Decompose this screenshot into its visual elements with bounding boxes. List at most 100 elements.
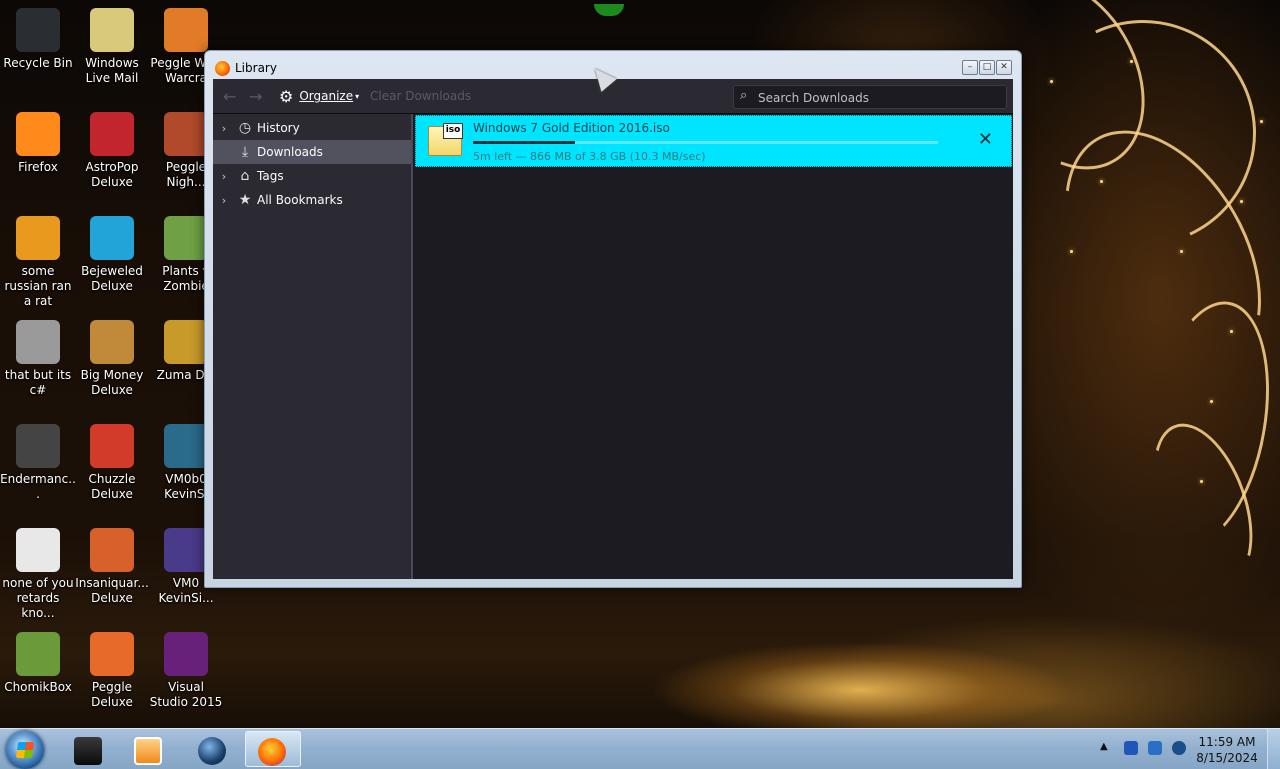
sidebar-item-label: All Bookmarks xyxy=(257,193,343,207)
star-icon: ★ xyxy=(238,192,252,208)
download-progress-fill xyxy=(473,141,576,144)
sidebar-item-history[interactable]: › ◷ History xyxy=(213,116,411,140)
chevron-down-icon: ▾ xyxy=(355,91,360,101)
desktop-icon[interactable]: some russian ran a rat xyxy=(0,216,76,309)
bluetooth-icon[interactable] xyxy=(1124,741,1138,755)
minimize-button[interactable]: – xyxy=(962,60,978,75)
desktop-icon-label: Bejeweled Deluxe xyxy=(81,264,143,293)
expand-icon[interactable]: › xyxy=(213,122,235,135)
firefox-icon xyxy=(215,61,230,76)
organize-menu-button[interactable]: ⚙ Organize ▾ xyxy=(279,86,359,106)
desktop-icon[interactable]: ChomikBox xyxy=(0,632,76,695)
desktop-icon-label: ChomikBox xyxy=(4,680,72,694)
clock-icon: ◷ xyxy=(238,120,252,136)
show-desktop-button[interactable] xyxy=(1267,729,1280,769)
search-icon: ⌕ xyxy=(740,88,748,103)
taskbar-app-firefox[interactable] xyxy=(245,731,301,767)
app-icon xyxy=(16,216,60,260)
gear-icon: ⚙ xyxy=(279,86,294,106)
clock-time: 11:59 AM xyxy=(1198,735,1256,749)
desktop-icon[interactable]: Insaniquar... Deluxe xyxy=(74,528,150,606)
app-icon xyxy=(164,424,208,468)
sidebar-item-tags[interactable]: › ⌂ Tags xyxy=(213,164,411,188)
desktop-icon[interactable]: Chuzzle Deluxe xyxy=(74,424,150,502)
maximize-button[interactable]: □ xyxy=(979,60,995,75)
downloads-list: iso Windows 7 Gold Edition 2016.iso 5m l… xyxy=(413,114,1013,579)
desktop-icon-label: none of you retards kno... xyxy=(2,576,74,620)
system-tray: ▲ 11:59 AM 8/15/2024 xyxy=(1096,729,1280,769)
desktop-icon[interactable]: Recycle Bin xyxy=(0,8,76,71)
sidebar-item-downloads[interactable]: ⤓ Downloads xyxy=(213,140,411,164)
taskbar-app-globe[interactable] xyxy=(184,731,240,767)
media-player-icon xyxy=(134,737,162,765)
desktop-icon-label: Windows Live Mail xyxy=(85,56,139,85)
desktop-icon[interactable]: Endermanc... xyxy=(0,424,76,502)
app-icon xyxy=(164,8,208,52)
desktop-icon-label: AstroPop Deluxe xyxy=(85,160,139,189)
desktop-icon[interactable]: that but its c# xyxy=(0,320,76,398)
app-icon xyxy=(16,112,60,156)
desktop-icon-label: Insaniquar... Deluxe xyxy=(75,576,149,605)
desktop-icon[interactable]: Visual Studio 2015 xyxy=(148,632,224,710)
desktop-icon-label: Visual Studio 2015 xyxy=(149,680,223,709)
app-icon xyxy=(90,216,134,260)
desktop-icon-label: Endermanc... xyxy=(0,472,76,501)
firefox-icon xyxy=(258,738,286,766)
desktop-icon[interactable]: Firefox xyxy=(0,112,76,175)
download-progress-bar xyxy=(473,141,938,144)
back-button[interactable]: ← xyxy=(223,87,236,106)
desktop-icon[interactable]: Peggle Deluxe xyxy=(74,632,150,710)
desktop-icon-label: Chuzzle Deluxe xyxy=(88,472,136,501)
desktop-icon[interactable]: Bejeweled Deluxe xyxy=(74,216,150,294)
sidebar-item-all-bookmarks[interactable]: › ★ All Bookmarks xyxy=(213,188,411,212)
show-hidden-icons-button[interactable]: ▲ xyxy=(1100,741,1108,752)
desktop-icon-label: that but its c# xyxy=(4,368,72,397)
taskbar: ▲ 11:59 AM 8/15/2024 xyxy=(0,728,1280,769)
download-item[interactable]: iso Windows 7 Gold Edition 2016.iso 5m l… xyxy=(415,115,1012,167)
clear-downloads-button[interactable]: Clear Downloads xyxy=(370,89,471,103)
expand-icon[interactable]: › xyxy=(213,170,235,183)
desktop-icon[interactable]: Windows Live Mail xyxy=(74,8,150,86)
close-button[interactable]: ✕ xyxy=(996,60,1012,75)
taskbar-app-cmd[interactable] xyxy=(60,731,116,767)
file-type-tag: iso xyxy=(443,123,463,139)
expand-icon[interactable]: › xyxy=(213,194,235,207)
tag-icon: ⌂ xyxy=(240,168,250,184)
clock[interactable]: 11:59 AM 8/15/2024 xyxy=(1192,734,1262,766)
app-icon xyxy=(164,112,208,156)
desktop-icon-label: Big Money Deluxe xyxy=(80,368,144,397)
library-sidebar: › ◷ History ⤓ Downloads › ⌂ Tags › ★ All… xyxy=(213,114,413,579)
desktop-icon[interactable]: AstroPop Deluxe xyxy=(74,112,150,190)
desktop-icon[interactable]: none of you retards kno... xyxy=(0,528,76,621)
sidebar-item-label: Downloads xyxy=(257,145,323,159)
desktop-icon[interactable]: Big Money Deluxe xyxy=(74,320,150,398)
network-icon[interactable] xyxy=(1148,741,1162,755)
app-icon xyxy=(16,528,60,572)
window-title: Library xyxy=(235,61,277,75)
terminal-icon xyxy=(74,737,102,765)
sidebar-item-label: Tags xyxy=(257,169,284,183)
download-icon: ⤓ xyxy=(241,144,249,160)
app-icon xyxy=(90,632,134,676)
start-button[interactable] xyxy=(6,731,44,769)
iso-file-icon: iso xyxy=(428,123,463,156)
app-icon xyxy=(90,112,134,156)
app-icon xyxy=(164,216,208,260)
cancel-download-button[interactable]: ✕ xyxy=(978,131,993,149)
library-client: ← → ⚙ Organize ▾ Clear Downloads ⌕ › ◷ H… xyxy=(213,79,1013,579)
sidebar-item-label: History xyxy=(257,121,300,135)
taskbar-app-media-player[interactable] xyxy=(120,731,176,767)
app-icon xyxy=(16,8,60,52)
forward-button[interactable]: → xyxy=(249,87,262,106)
search-box[interactable]: ⌕ xyxy=(733,85,1007,109)
app-icon xyxy=(164,320,208,364)
search-input[interactable] xyxy=(756,88,1000,107)
desktop-icon-label: Firefox xyxy=(18,160,58,174)
library-window: Library – □ ✕ ← → ⚙ Organize ▾ Clear Dow… xyxy=(204,50,1022,588)
download-status: 5m left — 866 MB of 3.8 GB (10.3 MB/sec) xyxy=(473,150,706,163)
download-filename: Windows 7 Gold Edition 2016.iso xyxy=(473,121,670,135)
library-toolbar: ← → ⚙ Organize ▾ Clear Downloads ⌕ xyxy=(213,79,1013,114)
volume-icon[interactable] xyxy=(1172,741,1186,755)
organize-label: Organize xyxy=(299,89,354,103)
app-icon xyxy=(90,320,134,364)
